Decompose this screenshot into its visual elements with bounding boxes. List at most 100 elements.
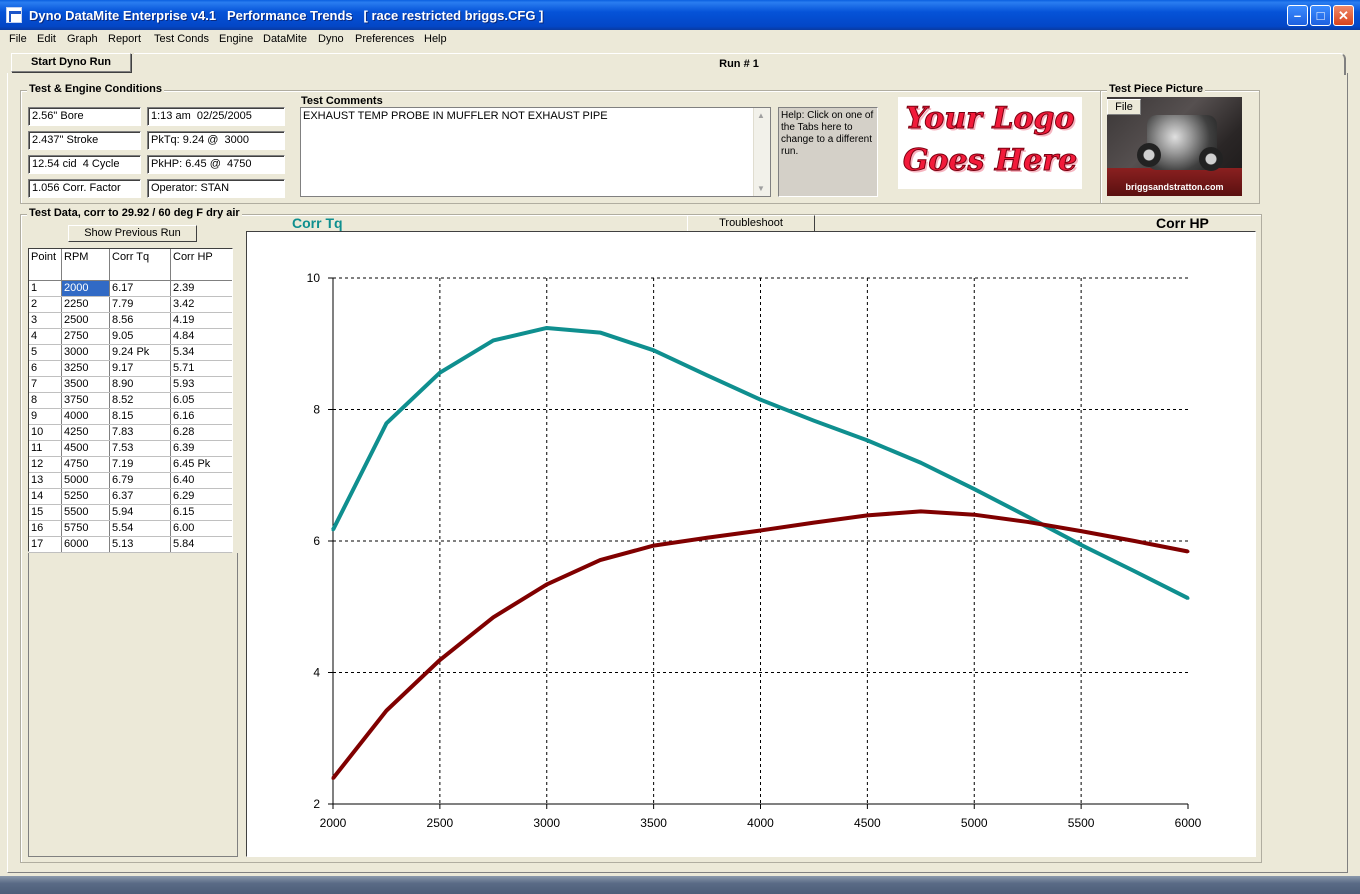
cell-rpm[interactable]: 4750 — [62, 457, 110, 472]
minimize-button[interactable]: – — [1287, 5, 1308, 26]
cell-point[interactable]: 2 — [29, 297, 62, 312]
cell-corr-tq[interactable]: 5.94 — [110, 505, 171, 520]
cell-point[interactable]: 16 — [29, 521, 62, 536]
menu-edit[interactable]: Edit — [37, 33, 56, 45]
peak-torque-field[interactable]: PkTq: 9.24 @ 3000 — [147, 131, 285, 150]
cell-point[interactable]: 11 — [29, 441, 62, 456]
cell-point[interactable]: 5 — [29, 345, 62, 360]
start-dyno-run-button[interactable]: Start Dyno Run — [11, 53, 131, 72]
comments-textarea[interactable]: EXHAUST TEMP PROBE IN MUFFLER NOT EXHAUS… — [300, 107, 771, 197]
cell-corr-hp[interactable]: 2.39 — [171, 281, 232, 296]
tab-run-1[interactable]: Run # 1 — [134, 53, 1346, 75]
cell-point[interactable]: 9 — [29, 409, 62, 424]
table-row[interactable]: 15 5500 5.94 6.15 — [29, 505, 232, 521]
cell-rpm[interactable]: 4000 — [62, 409, 110, 424]
cell-corr-hp[interactable]: 6.45 Pk — [171, 457, 232, 472]
cell-rpm[interactable]: 4500 — [62, 441, 110, 456]
cell-corr-tq[interactable]: 6.37 — [110, 489, 171, 504]
picture-file-button[interactable]: File — [1107, 99, 1141, 115]
maximize-button[interactable]: □ — [1310, 5, 1331, 26]
cell-point[interactable]: 8 — [29, 393, 62, 408]
cell-corr-tq[interactable]: 5.13 — [110, 537, 171, 552]
cell-point[interactable]: 17 — [29, 537, 62, 552]
cell-rpm[interactable]: 2500 — [62, 313, 110, 328]
comments-scrollbar[interactable]: ▲ ▼ — [753, 108, 770, 196]
cell-point[interactable]: 6 — [29, 361, 62, 376]
table-row[interactable]: 3 2500 8.56 4.19 — [29, 313, 232, 329]
cell-corr-tq[interactable]: 8.15 — [110, 409, 171, 424]
menu-dyno[interactable]: Dyno — [318, 33, 344, 45]
cell-rpm[interactable]: 5750 — [62, 521, 110, 536]
table-row[interactable]: 13 5000 6.79 6.40 — [29, 473, 232, 489]
cell-rpm[interactable]: 4250 — [62, 425, 110, 440]
cell-corr-tq[interactable]: 7.19 — [110, 457, 171, 472]
table-row[interactable]: 1 2000 6.17 2.39 — [29, 281, 232, 297]
cell-corr-hp[interactable]: 6.16 — [171, 409, 232, 424]
table-row[interactable]: 16 5750 5.54 6.00 — [29, 521, 232, 537]
show-previous-run-button[interactable]: Show Previous Run — [68, 225, 197, 242]
cell-point[interactable]: 4 — [29, 329, 62, 344]
cell-corr-hp[interactable]: 6.39 — [171, 441, 232, 456]
cell-corr-hp[interactable]: 6.00 — [171, 521, 232, 536]
table-row[interactable]: 5 3000 9.24 Pk 5.34 — [29, 345, 232, 361]
cell-corr-tq[interactable]: 8.56 — [110, 313, 171, 328]
cell-point[interactable]: 13 — [29, 473, 62, 488]
data-grid[interactable]: Point RPM Corr Tq Corr HP 1 2000 6.17 2.39 2… — [28, 248, 233, 553]
table-row[interactable]: 8 3750 8.52 6.05 — [29, 393, 232, 409]
cell-corr-tq[interactable]: 7.79 — [110, 297, 171, 312]
table-row[interactable]: 9 4000 8.15 6.16 — [29, 409, 232, 425]
scroll-up-icon[interactable]: ▲ — [757, 111, 765, 120]
cell-rpm[interactable]: 2000 — [62, 281, 110, 296]
cell-corr-hp[interactable]: 3.42 — [171, 297, 232, 312]
cell-corr-tq[interactable]: 9.24 Pk — [110, 345, 171, 360]
cell-point[interactable]: 14 — [29, 489, 62, 504]
menu-test-conds[interactable]: Test Conds — [154, 33, 209, 45]
cell-corr-hp[interactable]: 6.28 — [171, 425, 232, 440]
cell-corr-hp[interactable]: 6.05 — [171, 393, 232, 408]
stroke-field[interactable]: 2.437" Stroke — [28, 131, 141, 150]
app-icon[interactable] — [6, 7, 22, 23]
cell-corr-hp[interactable]: 5.34 — [171, 345, 232, 360]
cell-corr-hp[interactable]: 4.19 — [171, 313, 232, 328]
cell-corr-hp[interactable]: 5.84 — [171, 537, 232, 552]
datetime-field[interactable]: 1:13 am 02/25/2005 — [147, 107, 285, 126]
table-row[interactable]: 6 3250 9.17 5.71 — [29, 361, 232, 377]
cell-corr-tq[interactable]: 8.90 — [110, 377, 171, 392]
cell-corr-tq[interactable]: 9.17 — [110, 361, 171, 376]
cell-corr-tq[interactable]: 6.17 — [110, 281, 171, 296]
cell-corr-hp[interactable]: 6.29 — [171, 489, 232, 504]
cell-rpm[interactable]: 3500 — [62, 377, 110, 392]
cell-rpm[interactable]: 3750 — [62, 393, 110, 408]
cell-rpm[interactable]: 2250 — [62, 297, 110, 312]
cell-corr-tq[interactable]: 6.79 — [110, 473, 171, 488]
cell-rpm[interactable]: 2750 — [62, 329, 110, 344]
menu-report[interactable]: Report — [108, 33, 141, 45]
table-row[interactable]: 17 6000 5.13 5.84 — [29, 537, 232, 553]
cell-rpm[interactable]: 5000 — [62, 473, 110, 488]
cell-rpm[interactable]: 3000 — [62, 345, 110, 360]
operator-field[interactable]: Operator: STAN — [147, 179, 285, 198]
cell-corr-hp[interactable]: 5.93 — [171, 377, 232, 392]
scroll-down-icon[interactable]: ▼ — [757, 184, 765, 193]
cell-point[interactable]: 12 — [29, 457, 62, 472]
table-row[interactable]: 11 4500 7.53 6.39 — [29, 441, 232, 457]
cell-point[interactable]: 15 — [29, 505, 62, 520]
menu-datamite[interactable]: DataMite — [263, 33, 307, 45]
table-row[interactable]: 2 2250 7.79 3.42 — [29, 297, 232, 313]
menu-graph[interactable]: Graph — [67, 33, 98, 45]
table-row[interactable]: 14 5250 6.37 6.29 — [29, 489, 232, 505]
menu-engine[interactable]: Engine — [219, 33, 253, 45]
cell-rpm[interactable]: 5500 — [62, 505, 110, 520]
menu-help[interactable]: Help — [424, 33, 447, 45]
cell-corr-tq[interactable]: 8.52 — [110, 393, 171, 408]
cell-corr-hp[interactable]: 6.40 — [171, 473, 232, 488]
cell-corr-hp[interactable]: 5.71 — [171, 361, 232, 376]
table-row[interactable]: 7 3500 8.90 5.93 — [29, 377, 232, 393]
table-row[interactable]: 10 4250 7.83 6.28 — [29, 425, 232, 441]
table-row[interactable]: 12 4750 7.19 6.45 Pk — [29, 457, 232, 473]
cell-point[interactable]: 3 — [29, 313, 62, 328]
table-row[interactable]: 4 2750 9.05 4.84 — [29, 329, 232, 345]
cid-field[interactable]: 12.54 cid 4 Cycle — [28, 155, 141, 174]
cell-corr-tq[interactable]: 7.53 — [110, 441, 171, 456]
cell-corr-tq[interactable]: 7.83 — [110, 425, 171, 440]
